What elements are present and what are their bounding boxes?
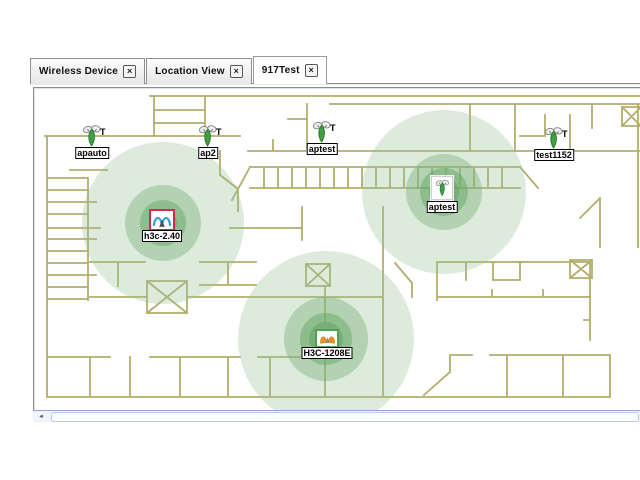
device-h3c-2-40[interactable]: h3c-2.40 (149, 209, 175, 233)
coverage-layer (82, 110, 526, 421)
device-apauto[interactable]: Tapauto (82, 125, 102, 152)
device-label: h3c-2.40 (142, 230, 182, 242)
tab-bar-underline-light (30, 84, 640, 85)
device-label: ap2 (198, 147, 218, 159)
device-aptest[interactable]: Taptest (312, 121, 332, 148)
tab-label: Location View (155, 66, 225, 77)
tab-location-view[interactable]: Location View × (146, 58, 252, 84)
transmit-flag: T (216, 128, 222, 137)
tab-label: 917Test (262, 65, 300, 76)
device-label: apauto (75, 147, 109, 159)
transmit-flag: T (330, 124, 336, 133)
horizontal-scrollbar[interactable]: ◄ (33, 410, 640, 422)
device-aptest[interactable]: aptest (431, 176, 453, 202)
scrollbar-thumb[interactable] (51, 412, 639, 422)
device-label: aptest (307, 143, 338, 155)
antenna-icon (312, 121, 332, 143)
tab-close-icon[interactable]: × (305, 64, 318, 77)
selected-antenna-icon (149, 209, 175, 231)
antenna-icon (82, 125, 102, 147)
boxed-antenna-icon (431, 176, 453, 200)
device-label: H3C-1208E (301, 347, 352, 359)
device-label: test1152 (534, 149, 574, 161)
tab-917test[interactable]: 917Test × (253, 56, 327, 84)
antenna-icon (198, 125, 218, 147)
tab-wireless-device[interactable]: Wireless Device × (30, 58, 145, 84)
antenna-icon (544, 127, 564, 149)
transmit-flag: T (100, 128, 106, 137)
tab-close-icon[interactable]: × (230, 65, 243, 78)
tab-bar: Wireless Device × Location View × 917Test × (30, 58, 328, 84)
scroll-left-icon[interactable]: ◄ (34, 412, 48, 421)
app-window: Wireless Device × Location View × 917Test × T… (0, 0, 640, 480)
device-test1152[interactable]: Ttest1152 (544, 127, 564, 154)
tab-close-icon[interactable]: × (123, 65, 136, 78)
device-h3c-1208e[interactable]: H3C-1208E (315, 329, 339, 350)
transmit-flag: T (562, 130, 568, 139)
omni-antenna-icon (315, 329, 339, 348)
device-label: aptest (427, 201, 458, 213)
tab-label: Wireless Device (39, 66, 118, 77)
device-ap2[interactable]: Tap2 (198, 125, 218, 152)
